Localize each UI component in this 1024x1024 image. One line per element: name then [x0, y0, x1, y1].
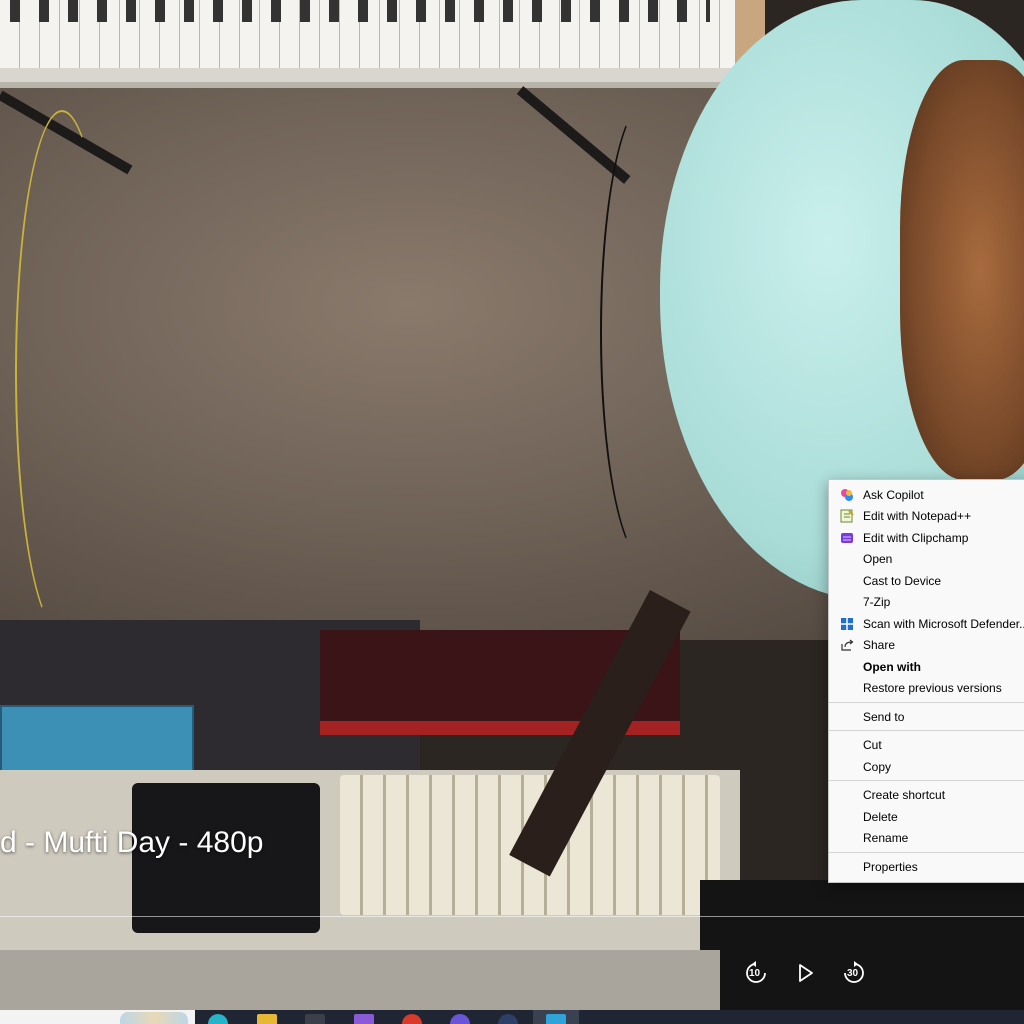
menu-item-restore-versions[interactable]: Restore previous versions	[829, 678, 1024, 699]
media-player-icon	[546, 1014, 566, 1024]
play-icon	[799, 964, 813, 982]
rewind-button[interactable]: 10	[741, 958, 771, 988]
blue-synth-module	[0, 705, 194, 774]
rewind-seconds-label: 10	[749, 968, 761, 979]
menu-separator	[829, 852, 1024, 853]
context-menu: Ask Copilot Edit with Notepad++ Edit wit…	[828, 479, 1024, 883]
copilot-icon	[839, 487, 855, 503]
app-red-icon[interactable]	[402, 1014, 422, 1024]
menu-item-edit-notepad[interactable]: Edit with Notepad++	[829, 506, 1024, 527]
seek-bar[interactable]	[0, 916, 1024, 917]
play-button[interactable]	[790, 958, 820, 988]
person-head	[900, 60, 1024, 480]
clipchamp-icon	[839, 530, 855, 546]
menu-item-7zip[interactable]: 7-Zip	[829, 592, 1024, 613]
forward-button[interactable]: 30	[839, 958, 869, 988]
taskbar	[0, 1010, 1024, 1024]
menu-item-send-to[interactable]: Send to	[829, 706, 1024, 727]
floor-equipment	[0, 950, 720, 1010]
search-highlight-image	[120, 1012, 188, 1024]
menu-item-cut[interactable]: Cut	[829, 735, 1024, 756]
app-dark-icon[interactable]	[498, 1014, 518, 1024]
screen: d - Mufti Day - 480p 10 30 Ask Copilot E…	[0, 0, 1024, 1024]
menu-separator	[829, 730, 1024, 731]
app-purple-icon[interactable]	[450, 1014, 470, 1024]
menu-item-scan-defender[interactable]: Scan with Microsoft Defender...	[829, 613, 1024, 634]
file-explorer-icon[interactable]	[257, 1014, 277, 1024]
taskbar-search-area[interactable]	[0, 1010, 195, 1024]
menu-item-open[interactable]: Open	[829, 549, 1024, 570]
share-icon	[839, 637, 855, 653]
menu-item-delete[interactable]: Delete	[829, 806, 1024, 827]
menu-item-cast-to-device[interactable]: Cast to Device	[829, 570, 1024, 591]
menu-item-rename[interactable]: Rename	[829, 828, 1024, 849]
menu-item-copy[interactable]: Copy	[829, 756, 1024, 777]
menu-item-share[interactable]: Share	[829, 635, 1024, 656]
forward-seconds-label: 30	[847, 968, 859, 979]
visual-studio-icon[interactable]	[354, 1014, 374, 1024]
video-title: d - Mufti Day - 480p	[0, 826, 264, 859]
menu-separator	[829, 702, 1024, 703]
active-app-tile[interactable]	[533, 1010, 579, 1024]
synth-keyboard-image	[0, 0, 765, 88]
cables-floor	[700, 880, 1024, 1010]
menu-item-edit-clipchamp[interactable]: Edit with Clipchamp	[829, 527, 1024, 548]
defender-icon	[839, 616, 855, 632]
menu-item-properties[interactable]: Properties	[829, 856, 1024, 877]
menu-item-ask-copilot[interactable]: Ask Copilot	[829, 484, 1024, 505]
yellow-cable	[15, 110, 109, 634]
notepad-plus-plus-icon	[839, 508, 855, 524]
menu-item-open-with[interactable]: Open with	[829, 656, 1024, 677]
menu-item-create-shortcut[interactable]: Create shortcut	[829, 785, 1024, 806]
terminal-icon[interactable]	[305, 1014, 325, 1024]
edge-icon[interactable]	[208, 1014, 228, 1024]
menu-separator	[829, 780, 1024, 781]
